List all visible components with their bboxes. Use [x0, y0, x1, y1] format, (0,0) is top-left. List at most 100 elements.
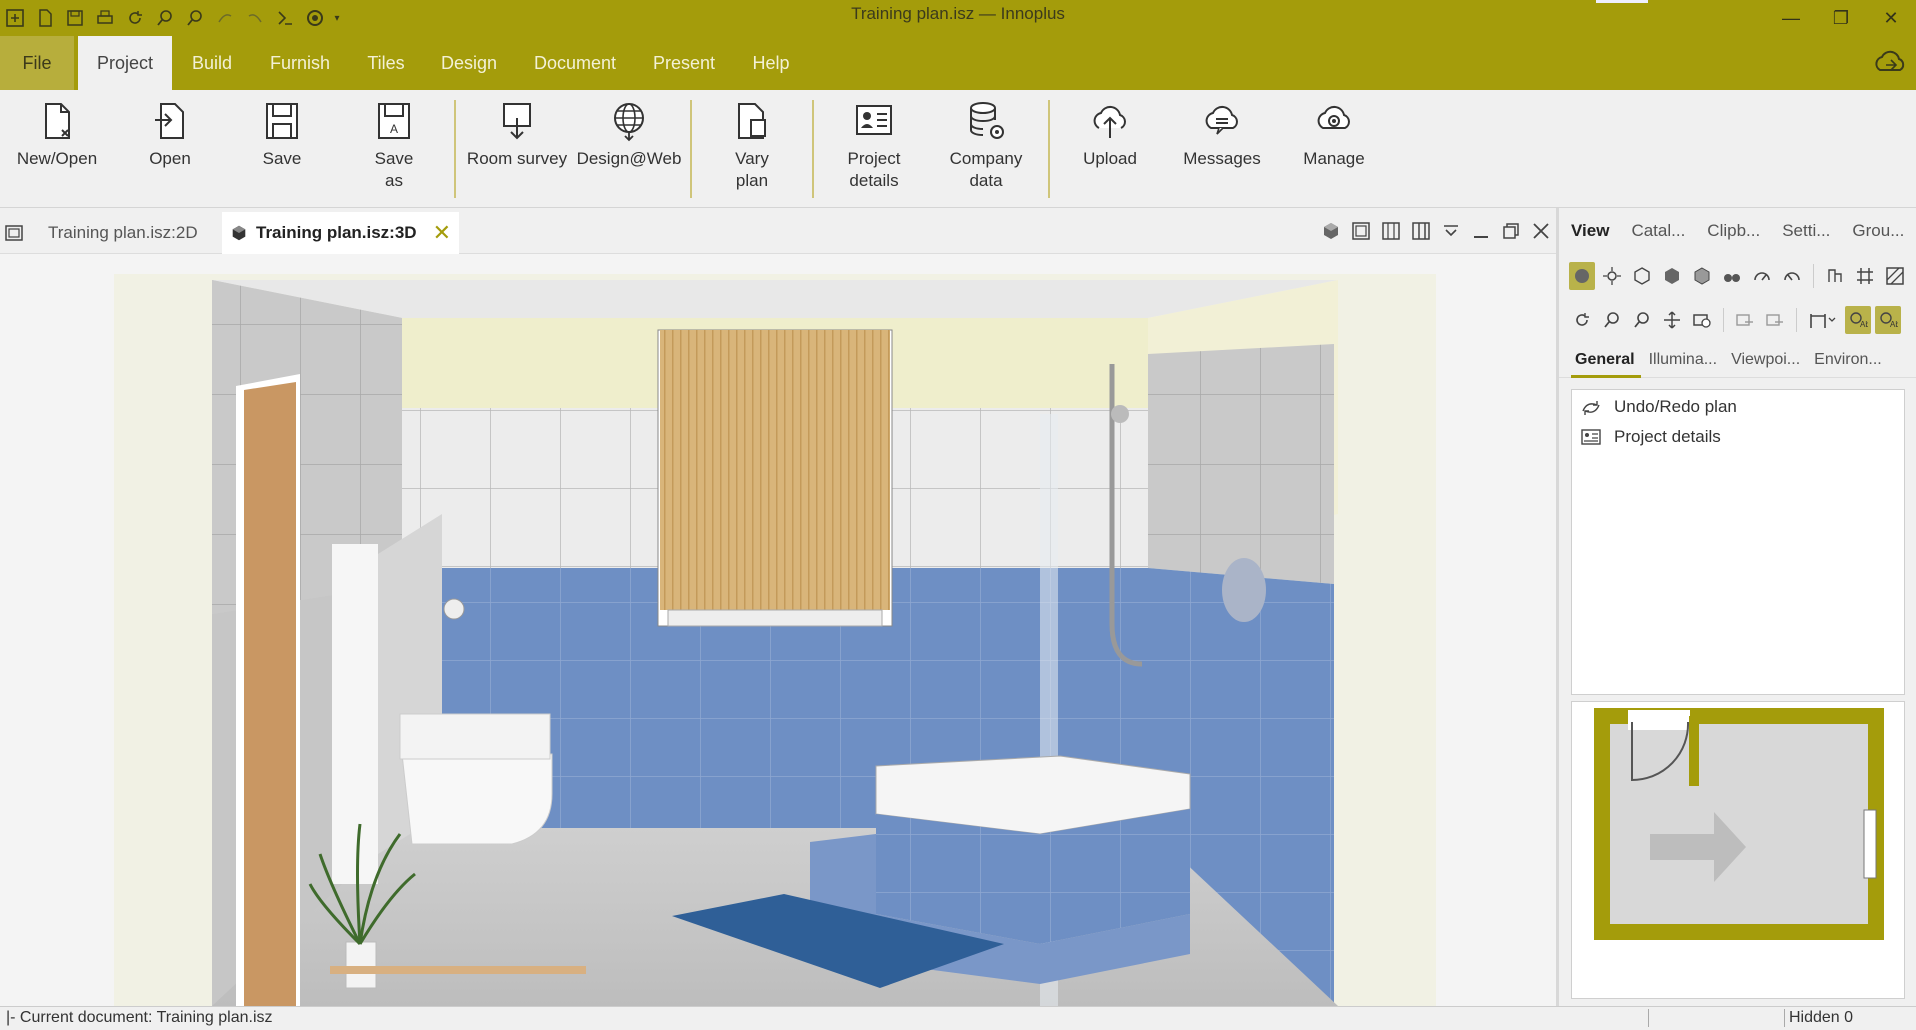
list-item-undo-redo[interactable]: Undo/Redo plan	[1572, 392, 1904, 422]
upload-button[interactable]: Upload	[1066, 90, 1154, 206]
messages-label: Messages	[1183, 149, 1261, 168]
app-icon[interactable]	[0, 0, 30, 36]
zoom-icon[interactable]	[150, 0, 180, 36]
rotate-icon[interactable]	[1569, 306, 1595, 334]
subtab-illumination[interactable]: Illumina...	[1649, 351, 1717, 369]
bathroom-3d-render	[114, 274, 1436, 1006]
restore-button[interactable]: ❐	[1816, 0, 1866, 36]
render-mode-icon[interactable]	[1569, 262, 1595, 290]
qat-dropdown-icon[interactable]: ▾	[330, 0, 344, 36]
cloud-sync-icon[interactable]	[1870, 44, 1910, 80]
tab-view[interactable]: View	[1571, 221, 1609, 241]
search-icon[interactable]	[180, 0, 210, 36]
tab-groups[interactable]: Grou...	[1852, 221, 1904, 241]
tab-3d[interactable]: Training plan.isz:3D ✕	[222, 212, 460, 254]
cube-view-icon[interactable]	[1316, 216, 1346, 246]
close-window-button[interactable]: ✕	[1866, 0, 1916, 36]
maximize-pane-icon[interactable]	[1496, 216, 1526, 246]
print-icon[interactable]	[90, 0, 120, 36]
tab-2d[interactable]: Training plan.isz:2D	[0, 212, 212, 254]
view-tool-a-icon[interactable]	[1732, 306, 1758, 334]
undo-redo-label: Undo/Redo plan	[1614, 397, 1737, 416]
vary-plan-button[interactable]: Vary plan	[710, 90, 794, 206]
zoom-in-icon[interactable]	[1599, 306, 1625, 334]
tab-clipboard[interactable]: Clipb...	[1707, 221, 1760, 241]
undo-icon[interactable]	[210, 0, 240, 36]
grid-icon[interactable]	[1852, 262, 1878, 290]
dropdown-view-icon[interactable]	[1436, 216, 1466, 246]
light-icon[interactable]	[1599, 262, 1625, 290]
ribbon: New/Open Open Save A Save as Room survey…	[0, 90, 1916, 208]
minimize-pane-icon[interactable]	[1466, 216, 1496, 246]
label-alt-icon[interactable]: Ab	[1875, 306, 1901, 334]
camera-icon[interactable]	[1689, 306, 1715, 334]
save-button[interactable]: Save	[242, 90, 322, 206]
tab-settings[interactable]: Setti...	[1782, 221, 1830, 241]
new-open-button[interactable]: New/Open	[6, 90, 108, 206]
toolbar-separator	[1723, 308, 1724, 332]
menu-document[interactable]: Document	[522, 36, 628, 90]
refresh-icon[interactable]	[120, 0, 150, 36]
wireframe-icon[interactable]	[1629, 262, 1655, 290]
manage-button[interactable]: Manage	[1290, 90, 1378, 206]
menu-design[interactable]: Design	[432, 36, 506, 90]
cube-icon	[232, 225, 246, 241]
subtab-viewpoints[interactable]: Viewpoi...	[1731, 351, 1800, 369]
subtab-environment[interactable]: Environ...	[1814, 351, 1882, 369]
pan-icon[interactable]	[1659, 306, 1685, 334]
save-icon[interactable]	[60, 0, 90, 36]
menu-project[interactable]: Project	[78, 36, 172, 90]
ribbon-separator	[690, 100, 692, 198]
single-view-icon[interactable]	[1346, 216, 1376, 246]
menu-tiles[interactable]: Tiles	[356, 36, 416, 90]
new-icon[interactable]	[30, 0, 60, 36]
menu-help[interactable]: Help	[742, 36, 800, 90]
redo-icon[interactable]	[240, 0, 270, 36]
new-document-icon	[45, 103, 70, 139]
split-view-icon[interactable]	[1376, 216, 1406, 246]
project-details-button[interactable]: Project details	[826, 90, 922, 206]
messages-button[interactable]: Messages	[1176, 90, 1268, 206]
quick-access-toolbar: ▾	[0, 0, 344, 36]
zoom-out-icon[interactable]	[1629, 306, 1655, 334]
manage-icon	[1317, 105, 1350, 129]
right-panel: View Catal... Clipb... Setti... Grou... …	[1556, 208, 1916, 1006]
3d-viewport[interactable]	[0, 254, 1556, 1006]
solid-cube-icon[interactable]	[1659, 262, 1685, 290]
menu-furnish[interactable]: Furnish	[256, 36, 344, 90]
floor-plan-minimap[interactable]	[1571, 701, 1905, 999]
measure-icon[interactable]	[1822, 262, 1848, 290]
label-on-icon[interactable]: Ab	[1845, 306, 1871, 334]
undo-redo-icon	[1582, 401, 1600, 415]
open-button[interactable]: Open	[130, 90, 210, 206]
close-pane-icon[interactable]	[1526, 216, 1556, 246]
close-tab-icon[interactable]: ✕	[433, 220, 451, 246]
menu-file[interactable]: File	[0, 36, 74, 90]
tab-catalog[interactable]: Catal...	[1631, 221, 1685, 241]
binoculars-icon[interactable]	[1719, 262, 1745, 290]
save-as-button[interactable]: A Save as	[354, 90, 434, 206]
dimension-dropdown-icon[interactable]	[1805, 306, 1841, 334]
minimap-plan	[1594, 708, 1884, 940]
gauge-plus-icon[interactable]	[1779, 262, 1805, 290]
design-at-web-button[interactable]: Design@Web	[574, 90, 684, 206]
view-tool-b-icon[interactable]	[1762, 306, 1788, 334]
menu-present[interactable]: Present	[644, 36, 724, 90]
columns-view-icon[interactable]	[1406, 216, 1436, 246]
plan-2d-icon	[5, 225, 23, 241]
menu-build[interactable]: Build	[176, 36, 248, 90]
room-survey-button[interactable]: Room survey	[462, 90, 572, 206]
vary-plan-label: Vary plan	[735, 149, 769, 190]
upload-label: Upload	[1083, 149, 1137, 168]
svg-text:Ab: Ab	[1860, 320, 1868, 329]
minimize-button[interactable]: —	[1766, 0, 1816, 36]
company-data-button[interactable]: Company data	[936, 90, 1036, 206]
record-icon[interactable]	[300, 0, 330, 36]
hatch-icon[interactable]	[1882, 262, 1908, 290]
gauge-icon[interactable]	[1749, 262, 1775, 290]
textured-cube-icon[interactable]	[1689, 262, 1715, 290]
export-icon[interactable]	[270, 0, 300, 36]
navigation-toolbar: Ab Ab	[1559, 298, 1916, 342]
subtab-general[interactable]: General	[1575, 351, 1635, 369]
list-item-project-details[interactable]: Project details	[1572, 422, 1904, 452]
